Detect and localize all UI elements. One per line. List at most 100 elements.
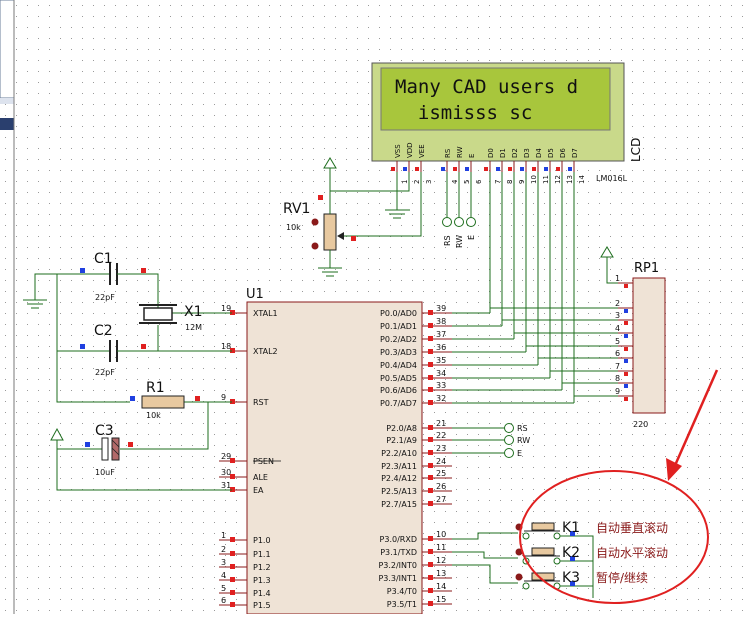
u1-pin-name: P2.7/A15	[381, 500, 417, 509]
lcd-pin-marker	[465, 167, 469, 171]
u1-pin-marker	[428, 501, 433, 506]
u1-ref: U1	[246, 287, 264, 302]
c2-value: 22pF	[95, 368, 115, 377]
lcd-pin-name: D7	[571, 148, 579, 158]
u1-pin-name: P2.0/A8	[386, 424, 417, 433]
u1-pin-marker	[230, 537, 235, 542]
lcd-pin-marker	[415, 167, 419, 171]
u1-pin-name: P3.3/INT1	[378, 574, 417, 583]
u1-pin-number: 4	[221, 571, 226, 580]
x1-value: 12M	[185, 323, 202, 332]
lcd-pin-marker	[508, 167, 512, 171]
rp1-pin-number: 1	[615, 274, 620, 283]
key-label: 暂停/继续	[596, 570, 648, 585]
u1-pin-marker	[428, 549, 433, 554]
u1-pin-name: P1.4	[253, 589, 271, 598]
lcd-line-1: Many CAD users d	[395, 76, 578, 98]
u1-pin-number: 23	[436, 444, 446, 453]
lcd-pin-number: 5	[463, 180, 471, 184]
u1-pin-number: 33	[436, 381, 446, 390]
u1-pin-marker	[428, 488, 433, 493]
lcd-pin-marker	[484, 167, 488, 171]
lcd-pin-marker	[403, 167, 407, 171]
lcd-pin-name: D0	[487, 148, 495, 158]
u1-pin-number: 13	[436, 569, 446, 578]
lcd-pin-marker	[520, 167, 524, 171]
rp1-pin-marker	[624, 359, 628, 363]
lcd-term-e: E	[467, 235, 476, 240]
u1-pin-number: 6	[221, 596, 226, 605]
u1-pin-number: 2	[221, 545, 226, 554]
key-ref: K2	[562, 545, 580, 561]
rp1-pin-number: 5	[615, 337, 620, 346]
u1-pin-name: P2.1/A9	[386, 436, 417, 445]
lcd-pin-number: 1	[401, 180, 409, 184]
lcd-pin-name: RW	[456, 146, 464, 158]
lcd-pin-marker	[544, 167, 548, 171]
u1-pin-name: P0.6/AD6	[380, 386, 417, 395]
u1-pin-name: P1.3	[253, 576, 271, 585]
lcd-pin-name: RS	[444, 148, 452, 158]
rp1-pin-marker	[624, 334, 628, 338]
u1-pin-number: 3	[221, 558, 226, 567]
u1-pin-number: 26	[436, 482, 446, 491]
u1-pin-name: P0.5/AD5	[380, 374, 417, 383]
c3-ref: C3	[95, 423, 114, 439]
lcd-pin-marker	[532, 167, 536, 171]
rp1-pin-marker	[624, 309, 628, 313]
u1-pin-marker	[428, 450, 433, 455]
u1-pin-number: 25	[436, 469, 446, 478]
u1-pin-marker	[230, 590, 235, 595]
u1-pin-name: P1.5	[253, 601, 271, 610]
rp1-value: 220	[633, 420, 648, 429]
lcd-pin-name: D3	[523, 148, 531, 158]
u1-pin-number: 10	[436, 530, 446, 539]
lcd-pin-number: 13	[566, 175, 574, 184]
schematic-canvas[interactable]: Many CAD users d ismisss sc LCD LM016L V…	[0, 0, 750, 615]
u1-pin-name: RST	[253, 398, 269, 407]
rp1-pin-number: 2	[615, 299, 620, 308]
u1-pin-number: 34	[436, 369, 446, 378]
rp1-pin-marker	[624, 284, 628, 288]
lcd-pin-name: D6	[559, 148, 567, 158]
u1-pin-number: 14	[436, 582, 446, 591]
u1-pin-marker	[230, 577, 235, 582]
x1-ref: X1	[184, 304, 203, 320]
u1-pin-number: 9	[221, 393, 226, 402]
u1-pin-marker	[428, 362, 433, 367]
u1-pin-marker	[428, 536, 433, 541]
u1-pin-number: 18	[221, 342, 231, 351]
lcd-pin-number: 4	[451, 179, 459, 184]
lcd-pin-number: 10	[530, 175, 538, 184]
rp1-pin-marker	[624, 347, 628, 351]
u1-pin-marker	[428, 562, 433, 567]
u1-pin-number: 32	[436, 394, 446, 403]
lcd-pin-number: 12	[554, 175, 562, 184]
u1-pin-marker	[230, 564, 235, 569]
lcd-pin-marker	[453, 167, 457, 171]
schematic-svg: Many CAD users d ismisss sc LCD LM016L V…	[0, 0, 750, 615]
lcd-pin-marker	[568, 167, 572, 171]
u1-pin-marker	[428, 437, 433, 442]
rp1-pin-marker	[624, 372, 628, 376]
u1-pin-name: P3.1/TXD	[380, 548, 417, 557]
lcd-pin-number: 9	[518, 180, 526, 184]
r1-value: 10k	[146, 411, 161, 420]
u1-pin-marker	[428, 475, 433, 480]
rp1-pin-number: 6	[615, 349, 620, 358]
u1-microcontroller[interactable]: U1 XTAL119XTAL218RST9PSEN29ALE30EA31P1.0…	[219, 287, 452, 615]
u1-pin-number: 35	[436, 356, 446, 365]
u1-pin-marker	[428, 575, 433, 580]
u1-pin-marker	[428, 425, 433, 430]
u1-pin-marker	[428, 336, 433, 341]
u1-pin-number: 29	[221, 452, 231, 461]
lcd-pin-name: VEE	[418, 144, 426, 158]
lcd-pin-name: VSS	[394, 144, 402, 158]
u1-pin-marker	[230, 551, 235, 556]
p2-term-e: E	[517, 449, 522, 458]
u1-pin-name: EA	[253, 486, 264, 495]
u1-right-pins: P0.0/AD0 39 P0.1/AD1 38 P0.2/AD2 37 P0.3/AD3 36…	[378, 304, 452, 609]
key-label: 自动垂直滚动	[596, 520, 668, 535]
rp1-pin-marker	[624, 397, 628, 401]
u1-pin-name: P2.5/A13	[381, 487, 417, 496]
